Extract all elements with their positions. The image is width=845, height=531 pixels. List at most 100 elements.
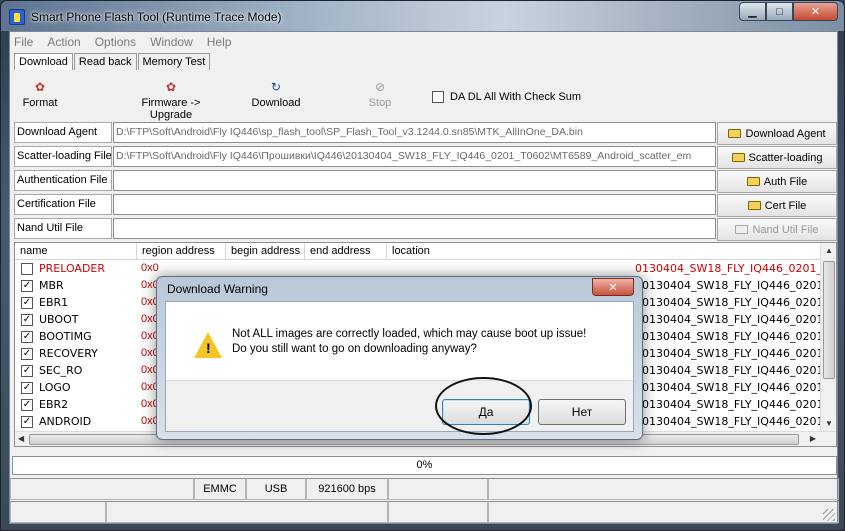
row-name: ✓ MBR: [21, 279, 64, 292]
auth-file-label: Authentication File: [14, 170, 112, 191]
cert-file-label: Certification File: [14, 194, 112, 215]
row-location: 20130404_SW18_FLY_IQ446_0201_: [635, 330, 829, 343]
status-cell-empty-2: [388, 478, 488, 500]
cert-file-button-label: Cert File: [764, 199, 807, 212]
scroll-down-icon[interactable]: ▼: [825, 419, 833, 428]
row-checkbox[interactable]: ✓: [21, 347, 33, 360]
row-name-label: EBR1: [39, 296, 69, 309]
download-label: Download: [251, 97, 301, 109]
col-begin-address[interactable]: begin address: [226, 243, 305, 259]
table-row[interactable]: PRELOADER 0x0 0130404_SW18_FLY_IQ446_0201_: [15, 260, 836, 277]
row-checkbox[interactable]: ✓: [21, 279, 33, 292]
status-cell-c: [388, 501, 488, 523]
dialog-close-button[interactable]: ✕: [592, 278, 634, 296]
status-cell-d: [488, 501, 839, 523]
row-location: 20130404_SW18_FLY_IQ446_0201_: [635, 381, 829, 394]
status-baudrate: 921600 bps: [306, 478, 388, 500]
menu-action[interactable]: Action: [47, 35, 80, 49]
app-icon: [9, 9, 25, 25]
status-cell-a: [10, 501, 106, 523]
nand-util-button[interactable]: Nand Util File: [717, 218, 837, 241]
stop-icon: ⊘: [374, 80, 386, 94]
menu-file[interactable]: File: [14, 35, 33, 49]
row-location: 0130404_SW18_FLY_IQ446_0201_: [635, 262, 822, 275]
download-agent-row: Download Agent D:\FTP\Soft\Android\Fly I…: [14, 122, 837, 145]
close-button[interactable]: ✕: [793, 2, 838, 21]
cert-file-input[interactable]: [113, 194, 716, 215]
firmware-upgrade-button[interactable]: ✿ Firmware -> Upgrade: [120, 80, 222, 121]
format-button[interactable]: ✿ Format: [20, 80, 60, 109]
menu-help[interactable]: Help: [207, 35, 232, 49]
auth-file-input[interactable]: [113, 170, 716, 191]
vertical-scroll-thumb[interactable]: [823, 261, 835, 379]
download-agent-input[interactable]: D:\FTP\Soft\Android\Fly IQ446\sp_flash_t…: [113, 122, 716, 143]
minimize-button[interactable]: ▁: [739, 2, 766, 21]
folder-icon: [746, 177, 760, 186]
cert-file-button[interactable]: Cert File: [717, 194, 837, 217]
scatter-loading-input[interactable]: D:\FTP\Soft\Android\Fly IQ446\Прошивки\I…: [113, 146, 716, 167]
title-bar: Smart Phone Flash Tool (Runtime Trace Mo…: [1, 1, 844, 31]
download-agent-button[interactable]: Download Agent: [717, 122, 837, 145]
checksum-checkbox[interactable]: DA DL All With Check Sum: [432, 91, 581, 103]
scroll-left-icon[interactable]: ◀: [18, 434, 24, 443]
status-bar: EMMC USB 921600 bps: [10, 478, 839, 500]
row-location: 20130404_SW18_FLY_IQ446_0201_: [635, 415, 829, 428]
menu-window[interactable]: Window: [150, 35, 193, 49]
dialog-title: Download Warning: [167, 282, 268, 296]
nand-util-input[interactable]: [113, 218, 716, 239]
resize-grip-icon[interactable]: [823, 509, 835, 521]
row-checkbox[interactable]: ✓: [21, 381, 33, 394]
row-name-label: SEC_RO: [39, 364, 83, 377]
vertical-scrollbar[interactable]: ▲ ▼: [820, 243, 836, 433]
scatter-loading-row: Scatter-loading File D:\FTP\Soft\Android…: [14, 146, 837, 169]
row-checkbox[interactable]: ✓: [21, 313, 33, 326]
status-storage: EMMC: [194, 478, 246, 500]
row-checkbox[interactable]: ✓: [21, 296, 33, 309]
col-end-address[interactable]: end address: [305, 243, 387, 259]
row-name: ✓ BOOTIMG: [21, 330, 92, 343]
tab-memory-test[interactable]: Memory Test: [137, 53, 211, 70]
status-port: USB: [246, 478, 306, 500]
col-region-address[interactable]: region address: [137, 243, 226, 259]
scroll-up-icon[interactable]: ▲: [825, 246, 833, 255]
tab-download[interactable]: Download: [14, 53, 73, 70]
row-checkbox[interactable]: [21, 262, 33, 275]
row-checkbox[interactable]: ✓: [21, 398, 33, 411]
folder-icon: [731, 153, 745, 162]
download-agent-label: Download Agent: [14, 122, 112, 143]
row-location: 20130404_SW18_FLY_IQ446_0201_: [635, 347, 829, 360]
format-label: Format: [22, 97, 58, 109]
col-name[interactable]: name: [15, 243, 137, 259]
col-location[interactable]: location: [387, 243, 836, 259]
row-name-label: MBR: [39, 279, 64, 292]
tab-read-back[interactable]: Read back: [73, 53, 137, 70]
row-name-label: LOGO: [39, 381, 71, 394]
progress-bar: 0%: [12, 456, 837, 475]
stop-button[interactable]: ⊘ Stop: [362, 80, 398, 109]
row-checkbox[interactable]: ✓: [21, 330, 33, 343]
folder-icon: [735, 225, 749, 234]
scatter-loading-button[interactable]: Scatter-loading: [717, 146, 837, 169]
scatter-loading-label: Scatter-loading File: [14, 146, 112, 167]
firmware-upgrade-label: Firmware -> Upgrade: [141, 97, 201, 121]
window-title: Smart Phone Flash Tool (Runtime Trace Mo…: [31, 10, 282, 24]
format-icon: ✿: [34, 80, 46, 94]
row-checkbox[interactable]: ✓: [21, 415, 33, 428]
folder-icon: [728, 129, 742, 138]
row-checkbox[interactable]: ✓: [21, 364, 33, 377]
download-agent-button-label: Download Agent: [745, 127, 826, 140]
auth-file-button[interactable]: Auth File: [717, 170, 837, 193]
menu-options[interactable]: Options: [95, 35, 136, 49]
dialog-message: Not ALL images are correctly loaded, whi…: [232, 327, 586, 357]
dialog-body: ! Not ALL images are correctly loaded, w…: [165, 301, 634, 432]
stop-label: Stop: [368, 97, 392, 109]
row-location: 20130404_SW18_FLY_IQ446_0201_: [635, 279, 829, 292]
download-button[interactable]: ↻ Download: [248, 80, 304, 109]
maximize-button[interactable]: □: [766, 2, 793, 21]
window-controls: ▁ □ ✕: [739, 2, 838, 21]
toolbar: ✿ Format ✿ Firmware -> Upgrade ↻ Downloa…: [10, 76, 837, 121]
table-header: name region address begin address end ad…: [15, 243, 836, 260]
scroll-right-icon[interactable]: ▶: [810, 434, 816, 443]
auth-file-row: Authentication File Auth File: [14, 170, 837, 193]
no-button[interactable]: Нет: [538, 399, 626, 425]
